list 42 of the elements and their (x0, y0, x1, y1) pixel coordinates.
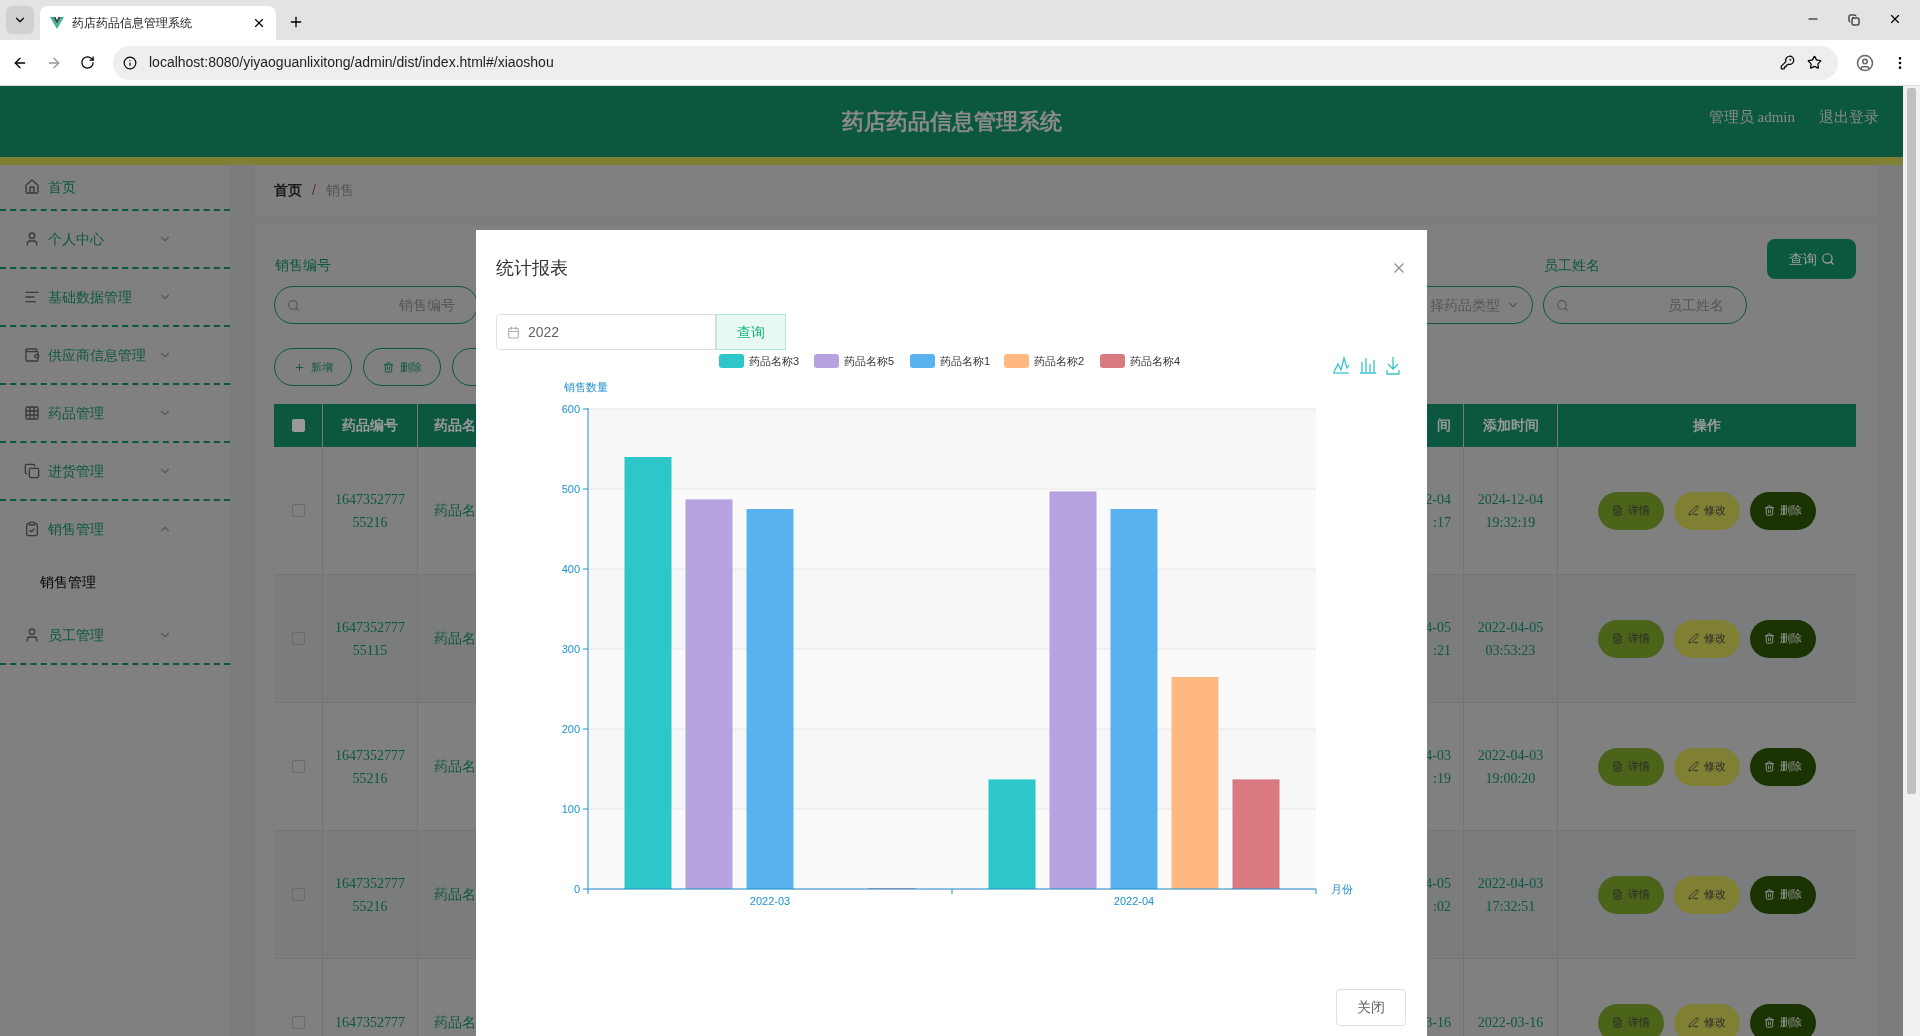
column-header: 操作 (1693, 416, 1721, 435)
tick-label: 500 (561, 483, 580, 495)
axis-title: 月份 (1331, 883, 1353, 895)
table-cell-text: 1647352777 (335, 1014, 405, 1032)
table-cell-text: 1647352777 55216 (335, 874, 405, 916)
table-cell-text: 药品名 (434, 630, 476, 648)
field-label: 销售编号 (274, 256, 332, 275)
tick-label: 200 (561, 723, 580, 735)
table-cell-text: 4-05 :02 (1425, 874, 1451, 916)
tick-label: 300 (561, 643, 580, 655)
table-cell-text: 2024-12-04 19:32:19 (1477, 490, 1544, 532)
dialog-title: 统计报表 (496, 256, 568, 280)
table-cell-text: 2022-03-16 (1477, 1014, 1544, 1032)
table-cell-text: 药品名 (434, 886, 476, 904)
axis-title: 销售数量 (564, 381, 608, 393)
table-cell-text: 4-03 :19 (1425, 746, 1451, 788)
table-cell-text: 药品名 (434, 1014, 476, 1032)
table-cell-text: 1647352777 55216 (335, 490, 405, 532)
field-label: 员工姓名 (1543, 256, 1601, 275)
breadcrumb-separator: / (312, 180, 316, 200)
table-cell-text: 药品名 (434, 758, 476, 776)
table-cell-text: 2022-04-03 19:00:20 (1477, 746, 1544, 788)
url-text: localhost:8080/yiyaoguanlixitong/admin/dist/index.html#/xiaoshou (149, 53, 555, 72)
tick-label: 2022-03 (749, 895, 791, 907)
table-cell-text: 药品名 (434, 502, 476, 520)
tick-label: 2022-04 (1113, 895, 1155, 907)
tick-label: 0 (573, 883, 580, 895)
admin-label: 管理员 admin (1708, 108, 1795, 127)
column-header: 药品编号 (342, 416, 398, 435)
column-header: 间 (1437, 416, 1451, 435)
table-cell-text: 4-05 :21 (1425, 618, 1451, 660)
table-cell-text: 2022-04-05 03:53:23 (1477, 618, 1544, 660)
tick-label: 400 (561, 563, 580, 575)
table-cell-text: 2022-04-03 17:32:51 (1477, 874, 1544, 916)
column-header: 添加时间 (1482, 416, 1539, 435)
table-cell-text: 1647352777 55216 (335, 746, 405, 788)
tick-label: 100 (561, 803, 580, 815)
tick-label: 600 (561, 403, 580, 415)
tab-title: 药店药品信息管理系统 (72, 15, 193, 32)
column-header: 药品名 (434, 416, 476, 435)
app-title: 药店药品信息管理系统 (841, 108, 1062, 136)
table-cell-text: 1647352777 55115 (335, 618, 405, 660)
